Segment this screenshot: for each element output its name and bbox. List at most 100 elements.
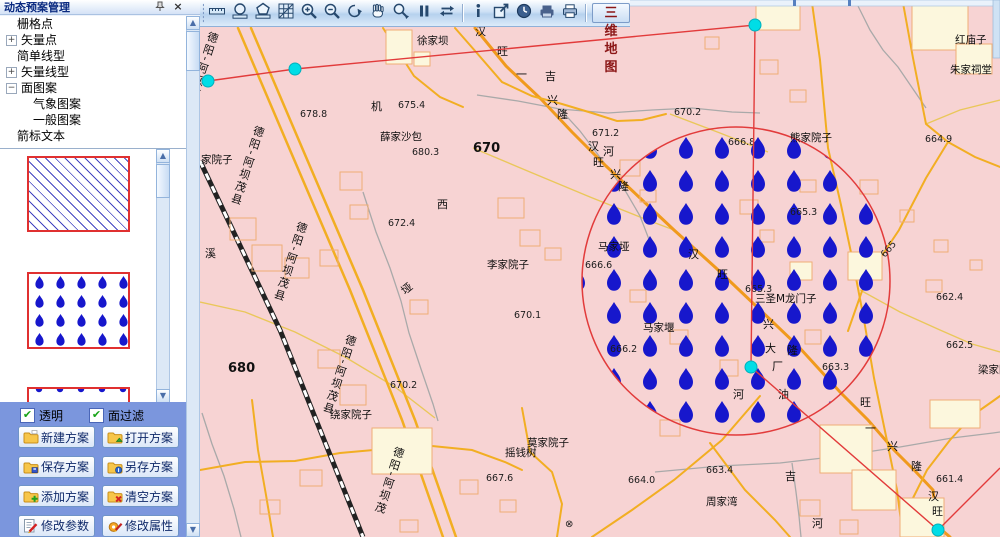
plan-button-label: 保存方案 (41, 458, 89, 475)
sidebar-scroll-down[interactable]: ▼ (186, 523, 200, 537)
map-label: 661.4 (936, 474, 963, 485)
pan-hand-button[interactable] (367, 2, 390, 24)
diagonal-hatch-pattern[interactable] (27, 156, 130, 232)
export-button[interactable] (490, 2, 513, 24)
tree-item-气象图案[interactable]: 气象图案 (0, 96, 186, 112)
pattern-scroll-down[interactable]: ▼ (156, 389, 170, 403)
打开方案-button[interactable]: 打开方案 (102, 426, 179, 448)
map-canvas[interactable]: 675.4678.8680.3672.4671.2670.2666.8664.9… (200, 0, 1000, 537)
map-label: 李家院子 (487, 258, 529, 271)
previous-view-button[interactable] (344, 2, 367, 24)
tree-item-栅格点[interactable]: 栅格点 (0, 16, 186, 32)
pan-hand-icon (369, 2, 387, 24)
map-label: 汉 (928, 490, 939, 503)
measure-circle-button[interactable] (229, 2, 252, 24)
annotation-vertex-handle[interactable] (749, 19, 761, 31)
plan-button-label: 新建方案 (41, 429, 89, 446)
measure-polygon-button[interactable] (252, 2, 275, 24)
pattern-scroll-thumb[interactable] (156, 164, 170, 198)
grid-button[interactable] (275, 2, 298, 24)
添加方案-button[interactable]: 添加方案 (18, 485, 95, 507)
map-label: 675.4 (398, 100, 425, 111)
building-outline (414, 52, 430, 66)
window-top-strip (628, 0, 1000, 6)
annotation-vertex-handle[interactable] (289, 63, 301, 75)
annotation-vertex-handle[interactable] (932, 524, 944, 536)
map-label: 旺 (860, 396, 871, 409)
zoom-in-button[interactable] (298, 2, 321, 24)
tree-item-简单线型[interactable]: 简单线型 (0, 48, 186, 64)
toolbar-grip[interactable] (202, 3, 204, 23)
tree-item-label: 气象图案 (33, 96, 81, 112)
修改参数-button[interactable]: 修改参数 (18, 515, 95, 537)
map-label: 旺 (717, 268, 728, 281)
新建方案-button[interactable]: 新建方案 (18, 426, 95, 448)
map-label: 厂 (772, 360, 783, 373)
tree-item-一般图案[interactable]: 一般图案 (0, 112, 186, 128)
pause-icon (415, 2, 433, 24)
print-icon (561, 2, 579, 24)
info-button[interactable] (467, 2, 490, 24)
previous-view-icon (346, 2, 364, 24)
map-label: 隆 (911, 459, 922, 473)
print-button[interactable] (559, 2, 582, 24)
expand-icon[interactable]: + (6, 67, 17, 78)
map-label: 662.4 (936, 292, 963, 303)
layer-tree: 栅格点+矢量点简单线型 + 矢量线型−面图案气象图案一般图案箭标文本 (0, 16, 186, 148)
map-label: 670.2 (390, 380, 417, 391)
map-label: 兴 (547, 94, 558, 107)
collapse-icon[interactable]: − (6, 83, 17, 94)
tree-item-面图案[interactable]: −面图案 (0, 80, 186, 96)
checkbox-面过滤[interactable]: ✔面过滤 (89, 407, 144, 424)
folder-add-icon (22, 488, 39, 504)
map-label: 大 (765, 341, 776, 355)
blue-drops-pattern[interactable] (27, 272, 130, 349)
清空方案-button[interactable]: 清空方案 (102, 485, 179, 507)
map-label: 三圣M龙门子 (755, 292, 817, 305)
map-toolbar: 三维地图 (200, 0, 630, 27)
sidebar-title: 动态预案管理 (4, 1, 70, 14)
另存方案-button[interactable]: i另存方案 (102, 456, 179, 478)
zoom-out-button[interactable] (321, 2, 344, 24)
print-preview-icon (538, 2, 556, 24)
checkbox-透明[interactable]: ✔ 透明 (20, 407, 63, 424)
partial-pattern[interactable] (27, 387, 130, 402)
annotation-vertex-handle[interactable] (202, 75, 214, 87)
map-label: 汉 (688, 248, 699, 261)
map-label: 666.6 (585, 260, 612, 271)
pattern-scroll-up[interactable]: ▲ (156, 149, 170, 163)
info-icon (469, 2, 487, 24)
sidebar-scrollbar[interactable] (186, 16, 200, 537)
print-preview-button[interactable] (536, 2, 559, 24)
sidebar-scroll-up[interactable]: ▲ (186, 16, 200, 30)
保存方案-button[interactable]: 保存方案 (18, 456, 95, 478)
measure-length-button[interactable] (206, 2, 229, 24)
checkbox-mark[interactable]: ✔ (89, 408, 104, 423)
pause-button[interactable] (413, 2, 436, 24)
pin-icon[interactable] (154, 1, 166, 13)
clock-button[interactable] (513, 2, 536, 24)
map-label: 一 (516, 68, 527, 81)
sidebar-scroll-thumb[interactable] (186, 31, 200, 71)
map-label: 666.2 (610, 344, 637, 355)
tree-item-label: 矢量线型 (21, 64, 69, 80)
tree-item-矢量线型[interactable]: + 矢量线型 (0, 64, 186, 80)
zoom-in-icon (300, 2, 318, 24)
zoom-select-button[interactable] (390, 2, 413, 24)
edit-props-icon (106, 518, 123, 534)
clock-icon (515, 2, 533, 24)
tree-item-箭标文本[interactable]: 箭标文本 (0, 128, 186, 144)
map-label: 旺 (593, 156, 604, 169)
checkbox-mark[interactable]: ✔ (20, 408, 35, 423)
map-3d-button[interactable]: 三维地图 (592, 3, 630, 23)
tree-item-矢量点[interactable]: +矢量点 (0, 32, 186, 48)
refresh-button[interactable] (436, 2, 459, 24)
expand-icon[interactable]: + (6, 35, 17, 46)
checkbox-label: 透明 (39, 407, 63, 424)
annotation-vertex-handle[interactable] (745, 361, 757, 373)
close-icon[interactable]: × (172, 1, 184, 13)
folder-save-icon (22, 459, 39, 475)
map-label: 西 (437, 198, 448, 211)
map-label: 熊家院子 (790, 131, 832, 144)
修改属性-button[interactable]: 修改属性 (102, 515, 179, 537)
